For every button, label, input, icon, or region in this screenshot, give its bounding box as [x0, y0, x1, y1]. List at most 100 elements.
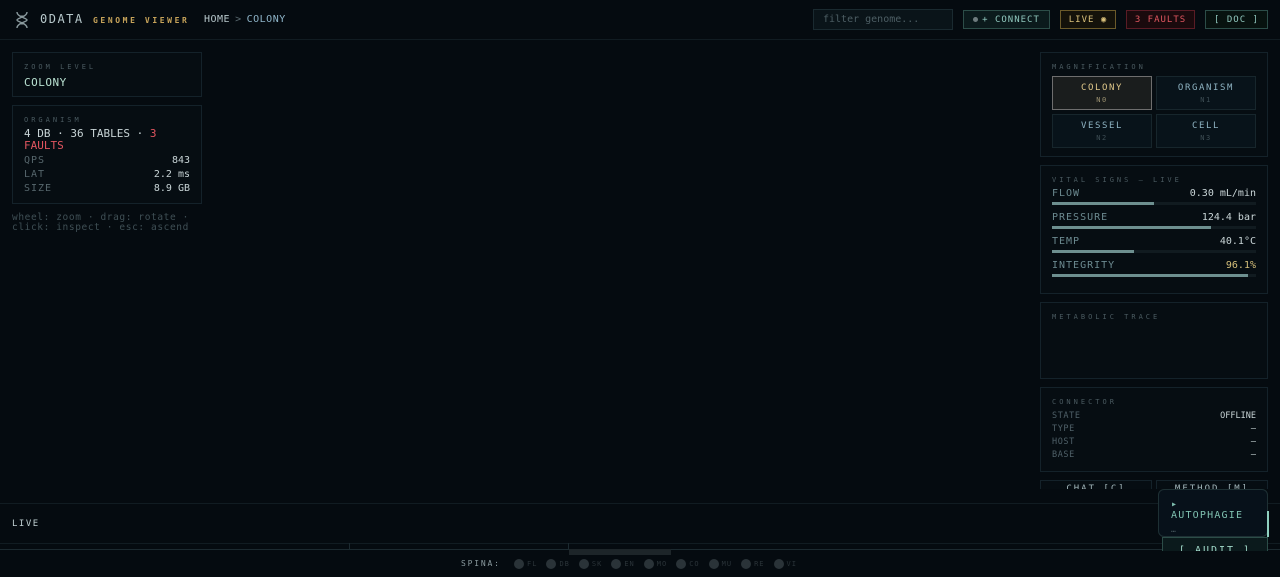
spine-code: SK [591, 560, 603, 568]
stat-row-qps: QPS 843 [24, 155, 190, 166]
live-label: LIVE ◉ [1068, 14, 1108, 25]
vital-key: INTEGRITY [1052, 260, 1116, 271]
connector-key: HOST [1052, 437, 1075, 447]
connector-row-type: TYPE — [1052, 423, 1256, 436]
vital-value: 40.1°C [1219, 236, 1256, 247]
mag-level-code: N1 [1200, 95, 1212, 104]
spine-dot-icon [741, 559, 752, 569]
stat-row-lat: LAT 2.2 ms [24, 169, 190, 180]
spine-code: MO [656, 560, 668, 568]
vital-bar [1052, 226, 1256, 229]
organism-summary: 4 DB · 36 TABLES · 3 FAULTS [24, 128, 190, 152]
stat-key: QPS [24, 155, 46, 166]
connector-row-base: BASE — [1052, 449, 1256, 462]
mag-level-label: VESSEL [1080, 120, 1124, 131]
breadcrumb: HOME > COLONY [204, 14, 286, 25]
connector-panel: CONNECTOR STATE OFFLINE TYPE — HOST — BASE — [1040, 387, 1268, 472]
method-button[interactable]: METHOD [M] [1156, 480, 1268, 489]
breadcrumb-separator: > [235, 14, 242, 25]
mag-level-organism[interactable]: ORGANISM N1 [1156, 76, 1256, 110]
vital-signs-panel: VITAL SIGNS — LIVE FLOW 0.30 mL/min PRESS… [1040, 165, 1268, 294]
organism-panel: ORGANISM 4 DB · 36 TABLES · 3 FAULTS QPS… [12, 105, 202, 204]
stat-value: 843 [171, 155, 190, 166]
zoom-level-value: COLONY [24, 76, 67, 89]
stat-key: SIZE [24, 183, 53, 194]
search-input[interactable] [813, 9, 953, 30]
vital-value: 0.30 mL/min [1189, 188, 1256, 199]
connector-value: — [1250, 424, 1256, 434]
mag-level-colony[interactable]: COLONY N0 [1052, 76, 1152, 110]
spine-code: VI [786, 560, 797, 568]
status-dot-icon [973, 17, 979, 22]
vital-value: 124.4 bar [1201, 212, 1256, 223]
dna-icon [16, 11, 28, 29]
live-button[interactable]: LIVE ◉ [1060, 10, 1116, 29]
spine-dot-icon [643, 559, 654, 569]
vital-bar [1052, 274, 1256, 277]
mag-level-cell[interactable]: CELL N3 [1156, 114, 1256, 148]
vital-bar [1052, 250, 1256, 253]
mag-level-vessel[interactable]: VESSEL N2 [1052, 114, 1152, 148]
mag-level-code: N2 [1096, 133, 1108, 142]
vital-key: FLOW [1052, 188, 1081, 199]
spine-item-mu[interactable]: MU [708, 559, 732, 569]
spine-item-co[interactable]: CO [676, 559, 699, 569]
zoom-level-title: ZOOM LEVEL [24, 63, 97, 71]
vital-bar [1052, 202, 1256, 205]
spine-item-sk[interactable]: SK [578, 559, 603, 569]
vital-value: 96.1% [1225, 260, 1256, 271]
spine-item-fl[interactable]: FL [514, 559, 537, 569]
vital-bar-fill [1052, 226, 1212, 229]
app-brand: 0DATA [40, 12, 84, 26]
vital-bar-fill [1052, 250, 1134, 253]
faults-label: 3 FAULTS [1134, 14, 1187, 25]
metabolic-trace-panel: METABOLIC TRACE [1040, 302, 1268, 379]
top-bar: 0DATA GENOME VIEWER HOME > COLONY + CONN… [0, 0, 1280, 40]
spine-item-re[interactable]: RE [741, 559, 764, 569]
connector-row-host: HOST — [1052, 436, 1256, 449]
connect-label: + CONNECT [982, 14, 1040, 25]
spine-item-en[interactable]: EN [611, 559, 634, 569]
mag-level-label: CELL [1191, 120, 1221, 131]
faults-button[interactable]: 3 FAULTS [1126, 10, 1195, 29]
connector-title: CONNECTOR [1052, 398, 1117, 406]
mag-level-label: ORGANISM [1177, 82, 1235, 93]
autophagie-accent [1267, 511, 1269, 537]
spine-items: FL DB SK EN MO CO MU RE VI [514, 559, 797, 569]
stat-value: 2.2 ms [153, 169, 190, 180]
vital-pressure: PRESSURE 124.4 bar [1052, 212, 1256, 229]
timeline-scrollbar[interactable] [569, 549, 671, 555]
magnification-panel: MAGNIFICATION COLONY N0 ORGANISM N1 VESS… [1040, 52, 1268, 157]
vital-flow: FLOW 0.30 mL/min [1052, 188, 1256, 205]
connector-key: BASE [1052, 450, 1075, 460]
spine-label: SPINA: [461, 559, 501, 568]
vital-key: PRESSURE [1052, 212, 1109, 223]
spine-item-vi[interactable]: VI [773, 559, 797, 569]
vital-signs-title: VITAL SIGNS — LIVE [1052, 176, 1182, 184]
connect-button[interactable]: + CONNECT [963, 10, 1050, 29]
live-feed-label: LIVE [12, 519, 40, 529]
spine-dot-icon [546, 559, 557, 569]
breadcrumb-home[interactable]: HOME [204, 14, 230, 25]
mag-level-code: N0 [1096, 95, 1108, 104]
controls-hint: wheel: zoom · drag: rotate · click: insp… [12, 212, 189, 233]
chat-button[interactable]: CHAT [C] [1040, 480, 1152, 489]
autophagie-popover[interactable]: ▸ AUTOPHAGIE … [1158, 489, 1268, 537]
vital-bar-fill [1052, 274, 1249, 277]
connector-row-state: STATE OFFLINE [1052, 410, 1256, 423]
magnification-title: MAGNIFICATION [1052, 63, 1146, 71]
metabolic-trace-title: METABOLIC TRACE [1052, 313, 1161, 321]
spine-dot-icon [611, 559, 622, 569]
vital-key: TEMP [1052, 236, 1081, 247]
doc-button[interactable]: [ DOC ] [1205, 10, 1268, 29]
spine-dot-icon [514, 559, 524, 569]
organism-title: ORGANISM [24, 116, 82, 124]
connector-key: TYPE [1052, 424, 1075, 434]
vital-temp: TEMP 40.1°C [1052, 236, 1256, 253]
mag-level-code: N3 [1200, 133, 1212, 142]
connector-key: STATE [1052, 411, 1081, 421]
spine-item-db[interactable]: DB [546, 559, 569, 569]
audit-button[interactable]: [ AUDIT ] [1162, 537, 1268, 551]
autophagie-title: ▸ AUTOPHAGIE [1171, 499, 1244, 521]
spine-item-mo[interactable]: MO [643, 559, 668, 569]
